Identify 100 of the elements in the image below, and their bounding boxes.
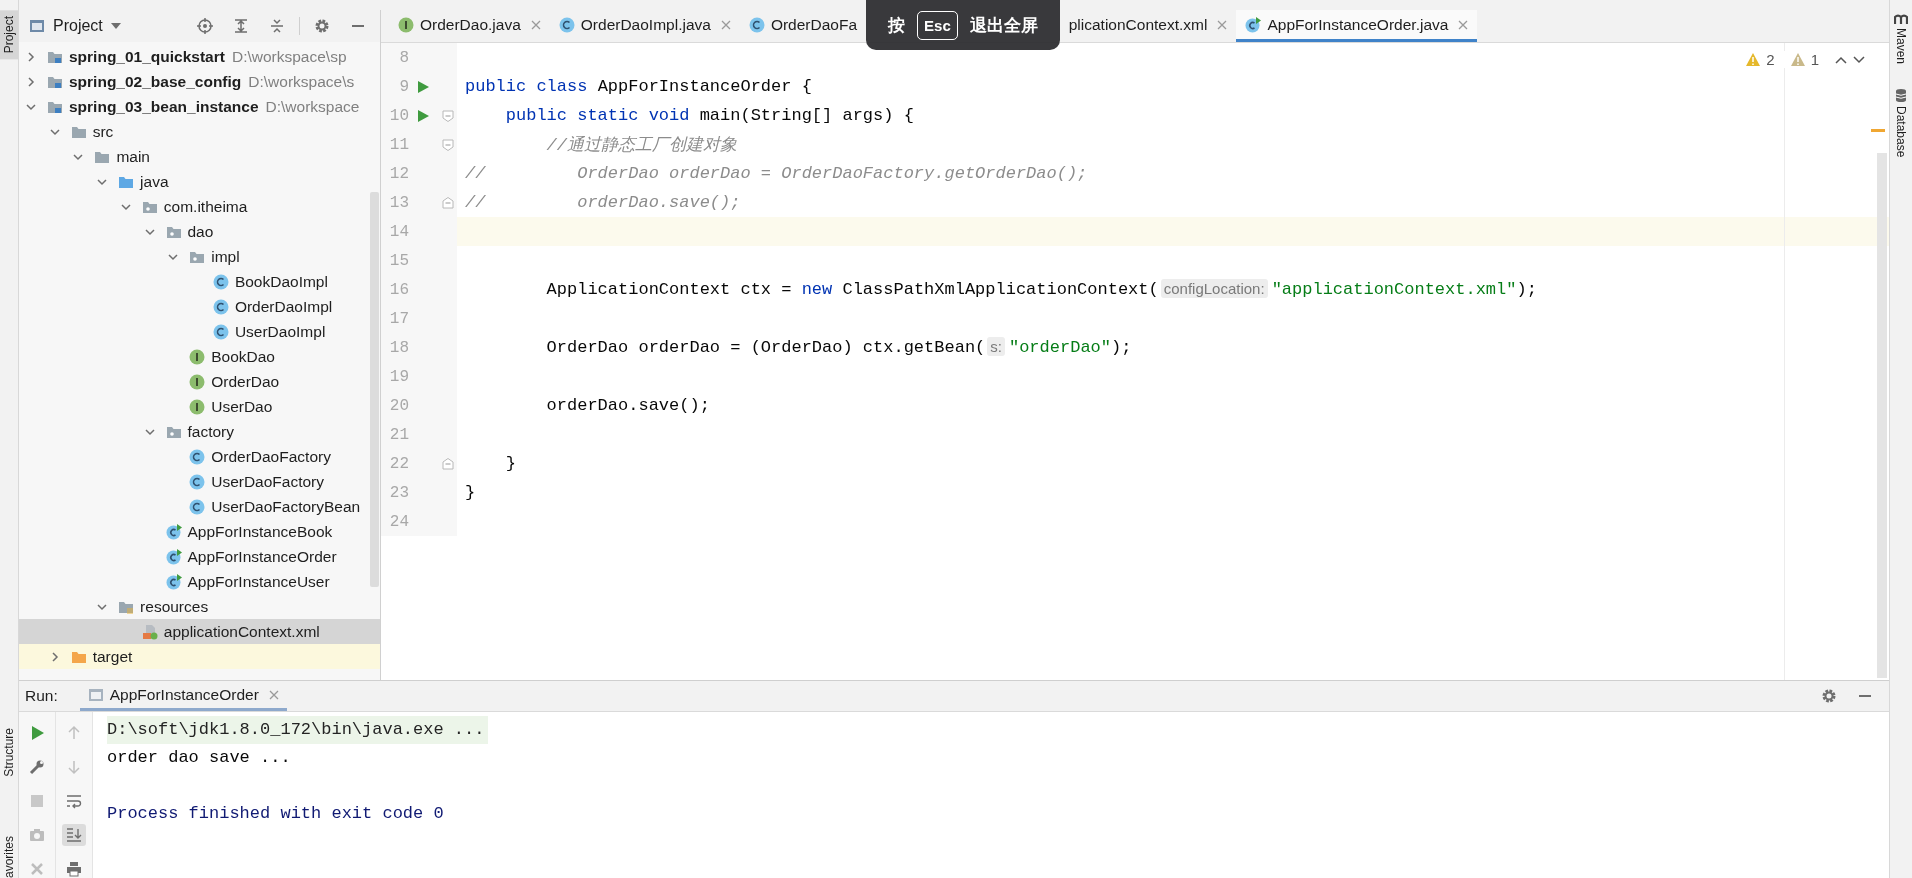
chevron-icon[interactable] [97, 601, 108, 612]
console-tool-button[interactable] [62, 824, 86, 846]
maven-icon[interactable] [1894, 14, 1908, 24]
previous-icon[interactable] [1835, 55, 1847, 64]
line-number: 9 [398, 77, 409, 96]
item-label: AppForInstanceBook [187, 522, 333, 541]
tree-item[interactable]: UserDaoImpl [19, 319, 380, 344]
caret-icon[interactable] [110, 23, 121, 29]
run-icon[interactable] [417, 109, 429, 122]
code-line: public class AppForInstanceOrder { [465, 77, 812, 96]
chevron-icon[interactable] [26, 76, 36, 87]
chevron-icon[interactable] [26, 101, 36, 112]
line-number: 22 [388, 454, 409, 473]
chevron-icon[interactable] [26, 51, 36, 62]
editor-tab[interactable]: OrderDaoFa [739, 10, 867, 42]
line-number: 18 [388, 338, 409, 357]
line-number: 8 [398, 48, 409, 67]
item-label: java [140, 172, 169, 191]
scrollbar[interactable] [1877, 153, 1887, 678]
tree-item[interactable]: UserDao [19, 394, 380, 419]
code-line: orderDao.save(); [545, 396, 710, 415]
item-label: AppForInstanceOrder [187, 547, 337, 566]
close-icon[interactable] [1458, 19, 1469, 30]
panel-title: Run: [25, 687, 58, 705]
editor-tab[interactable]: AppForInstanceOrder.java [1236, 10, 1478, 42]
tree-item[interactable]: UserDaoFactory [19, 469, 380, 494]
tree-item[interactable]: spring_01_quickstart D:\workspace\sp [19, 44, 380, 69]
close-icon[interactable] [268, 689, 279, 700]
tree-item[interactable]: main [19, 144, 380, 169]
expand-all-icon[interactable] [233, 18, 249, 34]
scrollbar[interactable] [370, 192, 379, 587]
run-icon[interactable] [29, 725, 45, 741]
tree-item[interactable]: src [19, 119, 380, 144]
tool-window-tab[interactable]: Structure [0, 722, 18, 783]
tree-item[interactable]: BookDaoImpl [19, 269, 380, 294]
tree-item[interactable]: UserDaoFactoryBean [19, 494, 380, 519]
item-label: src [92, 122, 114, 141]
collapse-all-icon[interactable] [269, 18, 285, 34]
item-label: spring_03_bean_instance [69, 97, 259, 116]
code-line: } [504, 454, 516, 473]
chevron-icon[interactable] [97, 176, 108, 187]
tree-item[interactable]: BookDao [19, 344, 380, 369]
interface-icon [189, 373, 206, 390]
class-icon [189, 473, 206, 490]
run-tab[interactable]: AppForInstanceOrder [79, 681, 287, 711]
item-label: OrderDao [211, 372, 280, 391]
tool-window-tab[interactable]: Maven [1894, 28, 1908, 65]
line-number: 19 [388, 367, 409, 386]
interface-icon [189, 348, 206, 365]
warning-count[interactable]: 1 [1810, 51, 1819, 68]
item-label: com.itheima [163, 197, 248, 216]
warning-marker[interactable] [1871, 129, 1885, 132]
tool-window-tab[interactable]: avorites [0, 830, 18, 878]
warning-count[interactable]: 2 [1766, 51, 1775, 68]
line-number: 16 [388, 280, 409, 299]
tree-item[interactable]: factory [19, 419, 380, 444]
panel-title[interactable]: Project [53, 17, 103, 35]
tree-item[interactable]: resources [19, 594, 380, 619]
editor-tab[interactable]: OrderDao.java [389, 10, 550, 42]
interface-icon [189, 398, 206, 415]
tree-item[interactable]: AppForInstanceUser [19, 569, 380, 594]
tree-item[interactable]: OrderDao [19, 369, 380, 394]
chevron-icon[interactable] [144, 426, 155, 437]
tree-item[interactable]: target [19, 644, 380, 669]
close-icon[interactable] [1217, 19, 1228, 30]
line-number: 21 [388, 425, 409, 444]
locate-icon[interactable] [197, 18, 213, 34]
tree-item[interactable]: impl [19, 244, 380, 269]
chevron-icon[interactable] [73, 151, 84, 162]
tree-item[interactable]: com.itheima [19, 194, 380, 219]
chevron-icon[interactable] [49, 651, 60, 662]
next-icon[interactable] [1853, 55, 1865, 64]
module-path: D:\workspace\sp [231, 47, 347, 66]
close-icon[interactable] [720, 19, 731, 30]
editor-tab[interactable]: plicationContext.xml [1059, 10, 1237, 42]
tree-item[interactable]: AppForInstanceOrder [19, 544, 380, 569]
database-icon[interactable] [1895, 88, 1907, 103]
chevron-icon[interactable] [144, 226, 155, 237]
run-icon[interactable] [417, 80, 429, 93]
tree-item[interactable]: spring_02_base_config D:\workspace\s [19, 69, 380, 94]
module-path: D:\workspace\s [248, 72, 355, 91]
settings-icon[interactable] [1821, 688, 1837, 704]
tool-window-tab[interactable]: Database [1894, 106, 1908, 158]
tree-item[interactable]: OrderDaoImpl [19, 294, 380, 319]
wrench-icon[interactable] [29, 759, 45, 775]
chevron-icon[interactable] [120, 201, 131, 212]
tool-window-tab[interactable]: Project [0, 10, 18, 60]
close-icon[interactable] [530, 19, 541, 30]
editor-tab[interactable]: OrderDaoImpl.java [549, 10, 740, 42]
tree-item[interactable]: applicationContext.xml [19, 619, 380, 644]
tree-item[interactable]: dao [19, 219, 380, 244]
item-label: target [92, 647, 133, 666]
tree-item[interactable]: java [19, 169, 380, 194]
tree-item[interactable]: OrderDaoFactory [19, 444, 380, 469]
tree-item[interactable]: spring_03_bean_instance D:\workspace [19, 94, 380, 119]
code-line: ApplicationContext ctx = new ClassPathXmlApplicationContext( configLocation: "applicationContext.xml"); [545, 280, 1537, 299]
chevron-icon[interactable] [49, 126, 60, 137]
settings-icon[interactable] [314, 18, 330, 34]
chevron-icon[interactable] [168, 251, 179, 262]
tree-item[interactable]: AppForInstanceBook [19, 519, 380, 544]
